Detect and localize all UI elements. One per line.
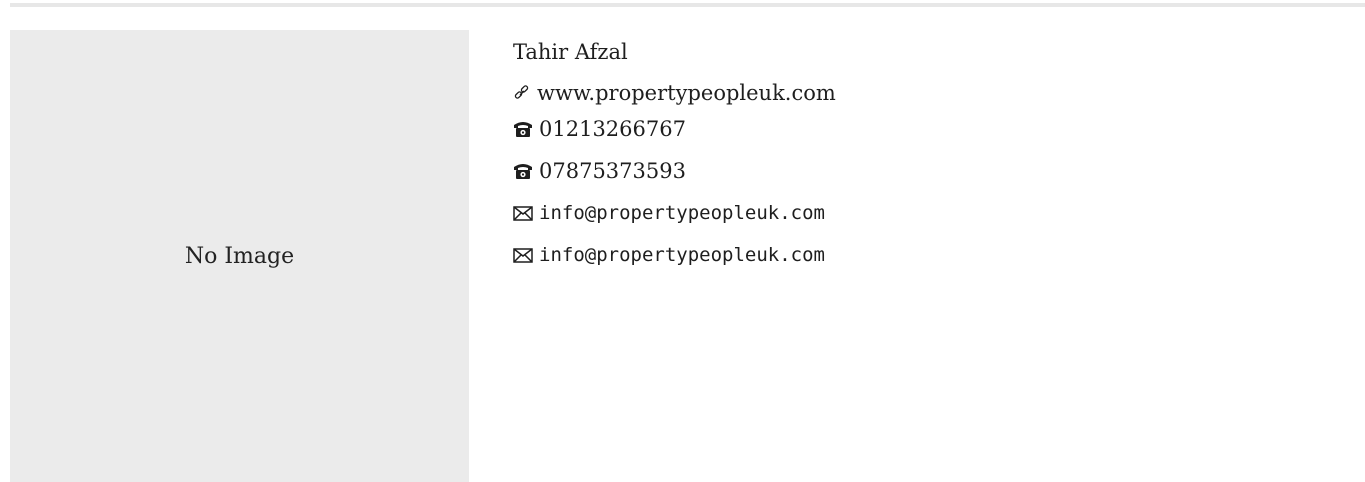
email-address[interactable]: info@propertypeopleuk.com (539, 202, 825, 224)
no-image-label: No Image (184, 243, 295, 269)
image-placeholder: No Image (10, 30, 469, 482)
phone-number[interactable]: 01213266767 (539, 117, 686, 141)
email-row: info@propertypeopleuk.com (513, 238, 836, 272)
phone-number[interactable]: 07875373593 (539, 159, 686, 183)
website-row: www.propertypeopleuk.com (513, 79, 836, 107)
email-address[interactable]: info@propertypeopleuk.com (539, 244, 825, 266)
website-link[interactable]: www.propertypeopleuk.com (537, 81, 836, 105)
phone-row: 07875373593 (513, 154, 836, 187)
phone-row: 01213266767 (513, 112, 836, 145)
contact-details: Tahir Afzal www.propertypeopleuk.com 012… (513, 38, 836, 272)
envelope-icon (513, 205, 533, 221)
phone-icon (513, 120, 533, 138)
link-icon (513, 84, 531, 102)
top-divider (10, 3, 1365, 7)
email-row: info@propertypeopleuk.com (513, 196, 836, 230)
envelope-icon (513, 247, 533, 263)
phone-icon (513, 162, 533, 180)
page: No Image Tahir Afzal www.propertypeopleu… (0, 0, 1365, 482)
contact-name: Tahir Afzal (513, 40, 628, 64)
